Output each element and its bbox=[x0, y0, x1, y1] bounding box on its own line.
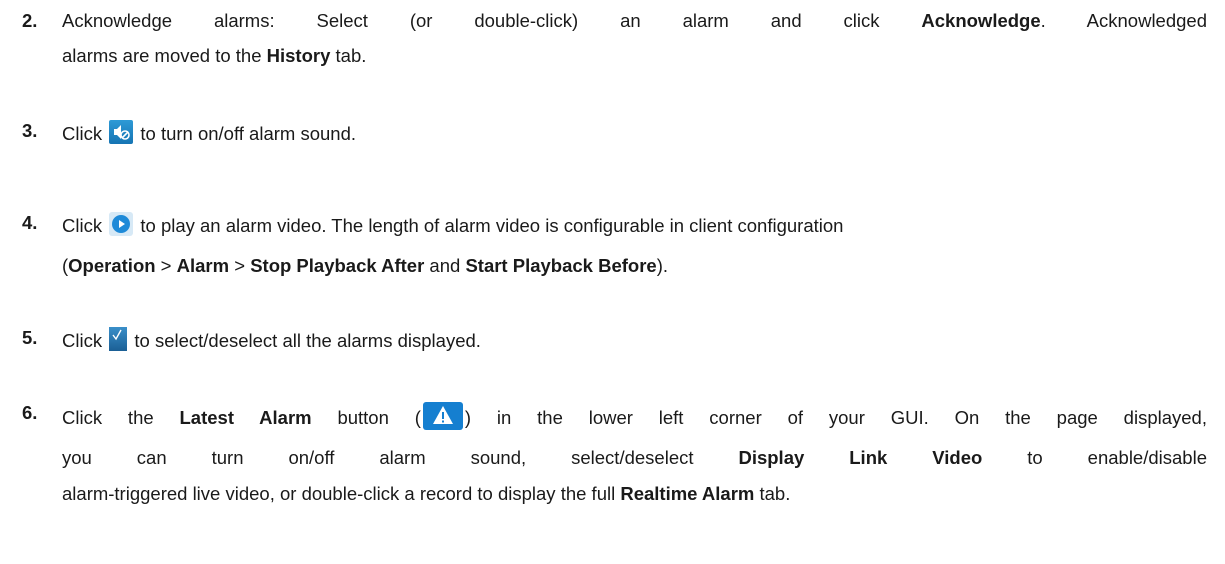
step-number: 2. bbox=[22, 10, 38, 31]
step-line: Click to play an alarm video. The length… bbox=[62, 212, 843, 237]
step-number: 5. bbox=[22, 327, 38, 348]
mute-speaker-icon bbox=[109, 120, 134, 144]
checkmark-icon bbox=[109, 327, 128, 351]
step-line: Click the Latest Alarm button () in the … bbox=[62, 402, 1207, 430]
step-line: alarms are moved to the History tab. bbox=[62, 45, 367, 66]
step-line: Click to turn on/off alarm sound. bbox=[62, 120, 356, 145]
step-line: Click to select/deselect all the alarms … bbox=[62, 327, 481, 352]
step-number: 3. bbox=[22, 120, 38, 141]
step-line: (Operation > Alarm > Stop Playback After… bbox=[62, 255, 669, 276]
warning-triangle-icon bbox=[422, 402, 463, 430]
play-icon bbox=[109, 212, 134, 236]
step-line: you can turn on/off alarm sound, select/… bbox=[62, 447, 1207, 468]
step-number: 4. bbox=[22, 212, 38, 233]
step-line: Acknowledge alarms: Select (or double-cl… bbox=[62, 10, 1207, 31]
step-line: alarm-triggered live video, or double-cl… bbox=[62, 483, 791, 504]
step-number: 6. bbox=[22, 402, 38, 423]
